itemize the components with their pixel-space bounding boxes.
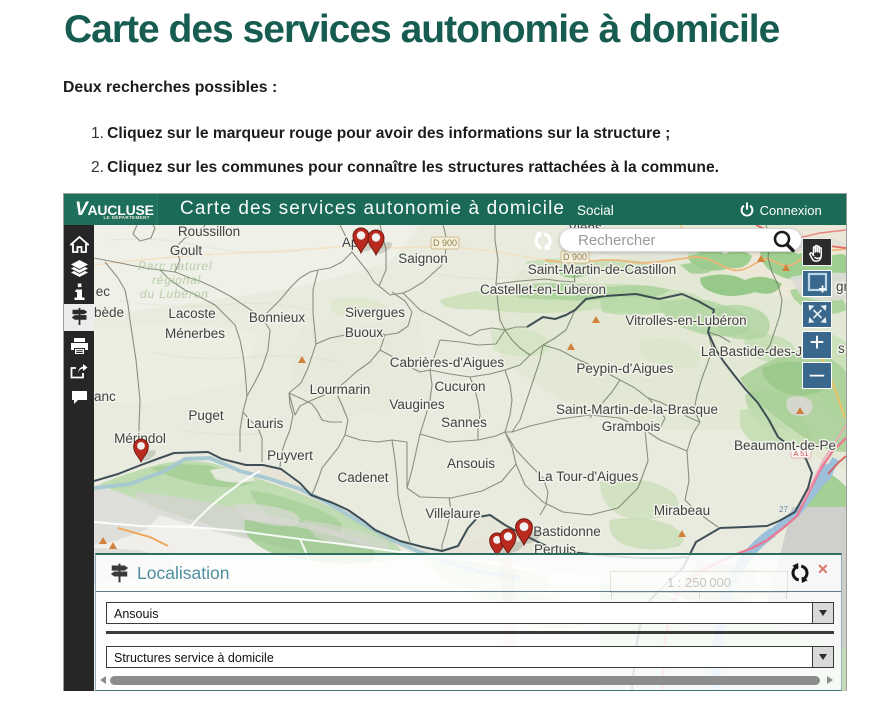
svg-text:Puget: Puget (188, 408, 224, 423)
svg-text:Grambois: Grambois (602, 419, 661, 434)
svg-text:Villelaure: Villelaure (425, 506, 480, 521)
svg-text:Saint-Martin-de-Castillon: Saint-Martin-de-Castillon (528, 262, 677, 277)
svg-text:Saint-Martin-de-la-Brasque: Saint-Martin-de-la-Brasque (556, 402, 718, 417)
svg-text:Puyvert: Puyvert (267, 448, 313, 463)
svg-text:Cadenet: Cadenet (337, 470, 388, 485)
svg-text:Roussillon: Roussillon (178, 225, 240, 239)
svg-text:Sivergues: Sivergues (345, 305, 405, 320)
svg-text:Lacoste: Lacoste (168, 306, 215, 321)
svg-text:du Luberon: du Luberon (140, 287, 209, 301)
svg-text:Lourmarin: Lourmarin (310, 382, 371, 397)
svg-text:Cucuron: Cucuron (434, 379, 485, 394)
svg-text:Lauris: Lauris (247, 416, 284, 431)
svg-text:Vaugines: Vaugines (389, 397, 445, 412)
svg-text:Mirabeau: Mirabeau (654, 503, 710, 518)
svg-text:Goult: Goult (170, 243, 203, 258)
svg-text:Cabrières-d'Aigues: Cabrières-d'Aigues (390, 355, 505, 370)
svg-text:D 900: D 900 (433, 238, 457, 248)
svg-text:ec: ec (96, 284, 111, 299)
svg-text:Parc naturel: Parc naturel (138, 259, 212, 273)
svg-text:s: s (838, 341, 845, 356)
svg-text:Sannes: Sannes (441, 415, 487, 430)
svg-text:bède: bède (94, 305, 124, 320)
svg-text:Beaumont-de-Pe: Beaumont-de-Pe (734, 438, 836, 453)
svg-text:Saignon: Saignon (398, 251, 448, 266)
svg-text:Ansouis: Ansouis (447, 456, 495, 471)
svg-text:Buoux: Buoux (345, 325, 384, 340)
svg-text:Castellet-en-Luberon: Castellet-en-Luberon (480, 282, 606, 297)
svg-text:Bastidonne: Bastidonne (533, 524, 601, 539)
svg-text:gn: gn (836, 279, 846, 294)
svg-text:régional: régional (152, 273, 201, 287)
svg-text:27: 27 (779, 505, 788, 514)
svg-text:Bonnieux: Bonnieux (249, 310, 306, 325)
svg-text:La Bastide-des-Jou: La Bastide-des-Jou (701, 344, 817, 359)
svg-text:Peypin-d'Aigues: Peypin-d'Aigues (576, 361, 673, 376)
svg-text:Vitrolles-en-Lubéron: Vitrolles-en-Lubéron (625, 313, 746, 328)
svg-text:La Tour-d'Aigues: La Tour-d'Aigues (538, 469, 639, 484)
svg-text:anc: anc (94, 389, 116, 404)
svg-text:Ménerbes: Ménerbes (165, 326, 225, 341)
svg-text:D 900: D 900 (563, 252, 587, 262)
